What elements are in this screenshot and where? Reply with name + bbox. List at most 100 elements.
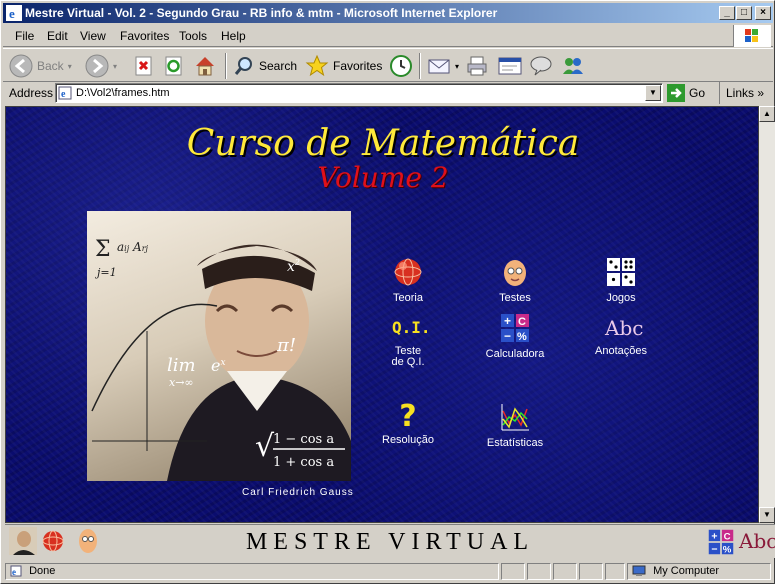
svg-text:−: −: [711, 544, 717, 556]
go-arrow-icon: [667, 84, 685, 102]
address-label: Address: [9, 86, 54, 100]
svg-text:+: +: [711, 530, 717, 542]
menu-favorites[interactable]: Favorites: [120, 29, 169, 43]
back-arrow-icon: [9, 54, 33, 78]
menu-anotacoes-label: Anotações: [595, 345, 647, 357]
menu-edit[interactable]: Edit: [47, 29, 68, 43]
stop-button[interactable]: [133, 52, 155, 80]
menu-teoria-label: Teoria: [393, 292, 423, 304]
abc-nav-icon[interactable]: Abc: [739, 529, 775, 553]
windows-logo-icon: [733, 25, 771, 47]
stop-icon: [135, 56, 152, 76]
messenger-icon: [563, 58, 583, 74]
back-label: Back: [37, 59, 64, 73]
menu-view[interactable]: View: [80, 29, 106, 43]
question-icon: ?: [399, 399, 417, 434]
page-subtitle: Volume 2: [317, 161, 449, 194]
menu-teste-qi[interactable]: Q.I. Teste de Q.I.: [358, 312, 458, 368]
menu-help[interactable]: Help: [221, 29, 246, 43]
toolbar-separator: [225, 53, 227, 79]
favorites-button[interactable]: Favorites: [305, 52, 382, 80]
links-label: Links: [726, 86, 755, 100]
sphere-icon: [394, 258, 422, 286]
menu-estatisticas[interactable]: Estatísticas: [465, 401, 565, 449]
links-button[interactable]: Links »: [719, 82, 764, 104]
menu-teoria[interactable]: Teoria: [358, 256, 458, 304]
calculator-nav-icon[interactable]: + C−%: [707, 528, 735, 556]
status-pane: [527, 563, 551, 580]
discuss-button[interactable]: [529, 52, 553, 80]
status-pane: [605, 563, 625, 580]
maximize-button[interactable]: □: [736, 6, 752, 20]
back-dropdown-icon[interactable]: ▾: [68, 62, 72, 71]
address-value: D:\Vol2\frames.htm: [76, 87, 170, 99]
menu-anotacoes[interactable]: Abc Anotações: [571, 312, 671, 357]
status-pane: [579, 563, 603, 580]
address-dropdown-icon[interactable]: ▼: [645, 85, 661, 101]
menu-calculadora-label: Calculadora: [485, 348, 545, 360]
svg-text:e: e: [61, 89, 66, 100]
history-icon: [390, 55, 412, 77]
scroll-up-icon[interactable]: ▲: [759, 106, 775, 122]
svg-text:ex: ex: [211, 356, 226, 375]
svg-text:e: e: [12, 567, 16, 577]
toolbar: Back ▾ ▾ Search Favorites ▾: [3, 48, 773, 82]
chart-icon: [501, 404, 529, 431]
menu-bar: File Edit View Favorites Tools Help: [3, 25, 773, 47]
menu-calculadora[interactable]: + C −% Calculadora: [465, 312, 565, 360]
computer-icon: [632, 565, 646, 577]
go-button[interactable]: Go: [667, 84, 705, 102]
mail-dropdown-icon[interactable]: ▾: [455, 62, 459, 71]
address-input[interactable]: e D:\Vol2\frames.htm ▼: [55, 83, 663, 103]
edit-icon: [498, 57, 522, 75]
print-icon: [467, 56, 487, 76]
menu-teste-qi-label: Teste de Q.I.: [391, 345, 425, 368]
bottom-frame: MESTRE VIRTUAL + C −% Abc: [5, 524, 775, 558]
messenger-button[interactable]: [561, 52, 585, 80]
zone-label: My Computer: [653, 565, 720, 577]
mail-button[interactable]: ▾: [427, 52, 459, 80]
portrait-caption: Carl Friedrich Gauss: [242, 487, 354, 498]
svg-text:π!: π!: [276, 335, 296, 356]
menu-tools[interactable]: Tools: [179, 29, 207, 43]
menu-resolucao[interactable]: ? Resolução: [358, 401, 458, 446]
menu-testes[interactable]: Testes: [465, 256, 565, 304]
vertical-scrollbar[interactable]: ▲ ▼: [759, 106, 775, 523]
svg-text:−: −: [504, 329, 511, 343]
dice-icon: [607, 258, 635, 286]
refresh-button[interactable]: [163, 52, 185, 80]
print-button[interactable]: [465, 52, 489, 80]
window-title: Mestre Virtual - Vol. 2 - Segundo Grau -…: [25, 6, 498, 20]
calculator-icon: + C−%: [501, 314, 529, 343]
edit-button[interactable]: [497, 52, 523, 80]
menu-file[interactable]: File: [15, 29, 34, 43]
forward-dropdown-icon[interactable]: ▾: [113, 62, 117, 71]
ie-logo-icon: e: [6, 5, 22, 21]
status-pane: [501, 563, 525, 580]
history-button[interactable]: [389, 52, 413, 80]
search-button[interactable]: Search: [233, 52, 297, 80]
back-button[interactable]: Back ▾: [9, 52, 72, 80]
status-pane: [553, 563, 577, 580]
forward-button[interactable]: ▾: [85, 52, 117, 80]
search-icon: [234, 57, 252, 75]
home-button[interactable]: [193, 52, 217, 80]
toolbar-separator: [419, 53, 421, 79]
discuss-icon: [530, 56, 552, 76]
scroll-down-icon[interactable]: ▼: [759, 507, 775, 523]
go-label: Go: [689, 86, 706, 100]
status-text: e Done: [5, 563, 499, 580]
menu-jogos-label: Jogos: [606, 292, 636, 304]
favorites-star-icon: [305, 54, 329, 77]
svg-text:C: C: [518, 316, 526, 328]
menu-testes-label: Testes: [499, 292, 531, 304]
svg-text:1 + cos a: 1 + cos a: [273, 455, 334, 470]
status-bar: e Done My Computer: [3, 561, 773, 581]
minimize-button[interactable]: _: [719, 6, 735, 20]
close-button[interactable]: ×: [755, 6, 771, 20]
done-page-icon: e: [10, 565, 22, 577]
svg-text:x→∞: x→∞: [169, 376, 194, 389]
svg-text:+: +: [504, 314, 511, 328]
menu-jogos[interactable]: Jogos: [571, 256, 671, 304]
address-bar: Address e D:\Vol2\frames.htm ▼ Go Links …: [3, 82, 773, 104]
